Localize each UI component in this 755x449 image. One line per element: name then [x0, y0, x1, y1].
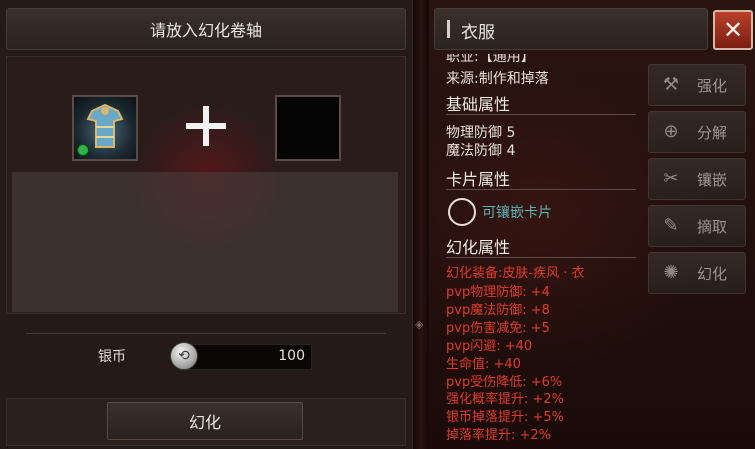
transform-stat: 强化概率提升: +2% [446, 392, 565, 407]
currency-label: 银币 [98, 349, 126, 365]
transform-stat: 掉落率提升: +2% [446, 428, 552, 443]
panel-gutter [413, 0, 429, 449]
basic-stat: 魔法防御 4 [446, 143, 516, 159]
enhance-label: 强化 [697, 77, 728, 95]
transform-button[interactable]: 幻化 [107, 402, 303, 440]
pick-icon: ✎ [663, 214, 679, 236]
basic-attr-header: 基础属性 [446, 95, 511, 114]
transform-attr-header: 幻化属性 [446, 238, 511, 257]
title-accent [447, 20, 450, 38]
transform-stat: pvp物理防御: +4 [446, 285, 550, 300]
divider [26, 333, 386, 334]
plus-icon [186, 106, 226, 146]
tools-icon: ✂ [663, 167, 679, 189]
transform-stat: 幻化装备:皮肤-疾风 · 衣 [446, 266, 585, 281]
scroll-slot[interactable] [275, 95, 341, 161]
extract-button[interactable]: ✎ 摘取 [648, 205, 746, 247]
item-name: 衣服 [461, 23, 495, 43]
preview-box [12, 172, 398, 312]
panel-title-text: 请放入幻化卷轴 [149, 21, 262, 40]
transform-stat: pvp魔法防御: +8 [446, 303, 550, 318]
close-icon: ✕ [722, 16, 744, 44]
equipment-slot[interactable] [72, 95, 138, 161]
transform-action-button[interactable]: ✺ 幻化 [648, 252, 746, 294]
class-line: 职业:【通用】 [446, 54, 535, 65]
section-rule [446, 114, 636, 115]
panel-title: 请放入幻化卷轴 [6, 8, 406, 50]
close-button[interactable]: ✕ [713, 10, 753, 50]
gem-dot-icon [77, 144, 89, 156]
section-rule [446, 189, 636, 190]
section-rule [446, 257, 636, 258]
inlay-button[interactable]: ✂ 镶嵌 [648, 158, 746, 200]
crosshair-icon: ⊕ [663, 120, 679, 142]
card-slot-icon[interactable] [448, 198, 476, 226]
transform-stat: 银币掉落提升: +5% [446, 410, 565, 425]
basic-stat: 物理防御 5 [446, 125, 516, 141]
currency-bar: 100 [178, 344, 312, 370]
transform-action-label: 幻化 [697, 265, 728, 283]
currency-value: 100 [278, 348, 305, 364]
card-attr-header: 卡片属性 [446, 170, 511, 189]
swirl-icon: ✺ [663, 261, 679, 283]
silver-coin-icon: ⟲ [170, 342, 198, 370]
hammer-icon: ⚒ [662, 73, 680, 95]
extract-label: 摘取 [697, 218, 728, 236]
gutter-ornament-icon: ◈ [415, 318, 424, 331]
transform-stat: pvp闪避: +40 [446, 339, 533, 354]
decompose-button[interactable]: ⊕ 分解 [648, 111, 746, 153]
item-title-bar: 衣服 [434, 8, 708, 50]
inlay-label: 镶嵌 [697, 171, 728, 189]
source-line: 来源:制作和掉落 [446, 71, 549, 87]
transform-stat: 生命值: +40 [446, 357, 521, 372]
transform-stat: pvp伤害减免: +5 [446, 321, 550, 336]
card-slot-text: 可镶嵌卡片 [482, 205, 552, 221]
item-info-panel[interactable]: 职业:【通用】 来源:制作和掉落 基础属性 物理防御 5 魔法防御 4 卡片属性… [436, 54, 642, 446]
transform-button-label: 幻化 [188, 413, 221, 432]
decompose-label: 分解 [697, 124, 728, 142]
enhance-button[interactable]: ⚒ 强化 [648, 64, 746, 106]
